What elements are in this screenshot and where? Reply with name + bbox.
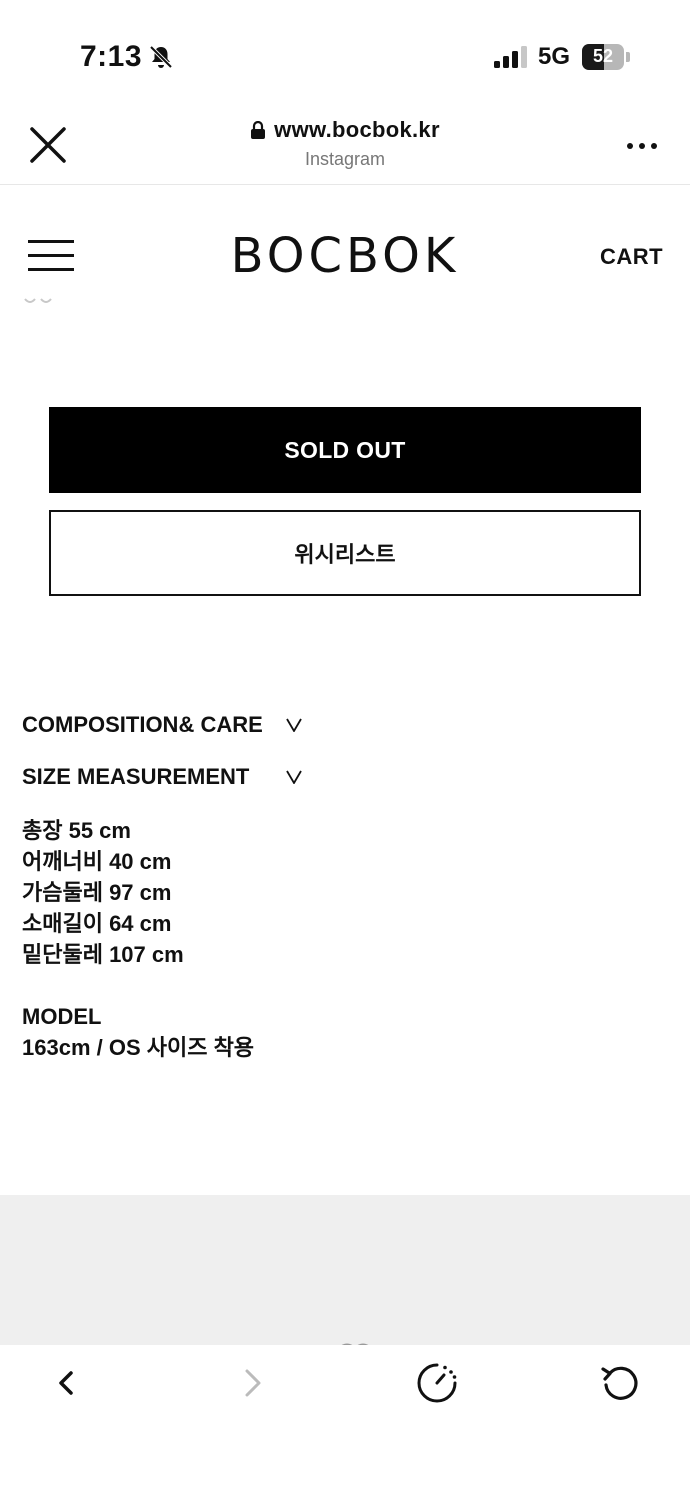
measurement-sleeve: 소매길이 64 cm (22, 911, 172, 936)
speedometer-icon (417, 1363, 457, 1403)
chevron-down-icon (286, 770, 302, 784)
url-text: www.bocbok.kr (274, 117, 440, 142)
model-heading: MODEL (22, 1004, 102, 1029)
browser-bar: www.bocbok.kr Instagram (0, 105, 690, 185)
reload-icon (601, 1366, 638, 1400)
sold-out-button[interactable]: SOLD OUT (49, 407, 641, 493)
measurement-hem: 밑단둘레 107 cm (22, 942, 184, 967)
accordion-title: SIZE MEASUREMENT (22, 764, 250, 789)
battery-level: 52 (592, 46, 614, 66)
status-bar: 7:13 5G 52 (0, 0, 690, 110)
browser-toolbar (0, 1345, 690, 1500)
site-logo[interactable]: BOCBOK (0, 228, 690, 284)
chevron-left-icon (59, 1371, 73, 1395)
size-measurements: 총장 55 cm 어깨너비 40 cm 가슴둘레 97 cm 소매길이 64 c… (22, 815, 184, 970)
url-source: Instagram (304, 149, 386, 169)
wishlist-button[interactable]: 위시리스트 (49, 510, 641, 596)
accordion-size-measurement[interactable]: SIZE MEASUREMENT (22, 764, 322, 796)
more-icon[interactable] (626, 141, 658, 151)
chevron-right-icon (245, 1369, 261, 1397)
battery-icon: 52 (582, 44, 630, 70)
measurement-shoulder: 어깨너비 40 cm (22, 849, 172, 874)
carousel-dots-fragment (24, 298, 52, 303)
cart-link[interactable]: CART (600, 244, 663, 270)
address-bar[interactable]: www.bocbok.kr Instagram (0, 117, 690, 170)
model-detail: 163cm / OS 사이즈 착용 (22, 1035, 255, 1060)
lock-icon (251, 121, 266, 139)
back-button[interactable] (44, 1361, 88, 1405)
signal-icon (494, 46, 527, 68)
reload-button[interactable] (598, 1361, 642, 1405)
forward-button[interactable] (231, 1361, 275, 1405)
measurement-total-length: 총장 55 cm (22, 818, 131, 843)
site-header: BOCBOK CART (0, 200, 690, 300)
model-info: MODEL 163cm / OS 사이즈 착용 (22, 1001, 254, 1063)
bell-muted-icon (149, 45, 173, 69)
speed-button[interactable] (415, 1361, 459, 1405)
accordion-title: COMPOSITION& CARE (22, 712, 263, 737)
network-type: 5G (538, 43, 571, 70)
chevron-down-icon (286, 718, 302, 732)
measurement-chest: 가슴둘레 97 cm (22, 880, 172, 905)
accordion-composition-care[interactable]: COMPOSITION& CARE (22, 712, 322, 744)
status-time: 7:13 (80, 40, 143, 73)
product-image-area (0, 1195, 690, 1345)
